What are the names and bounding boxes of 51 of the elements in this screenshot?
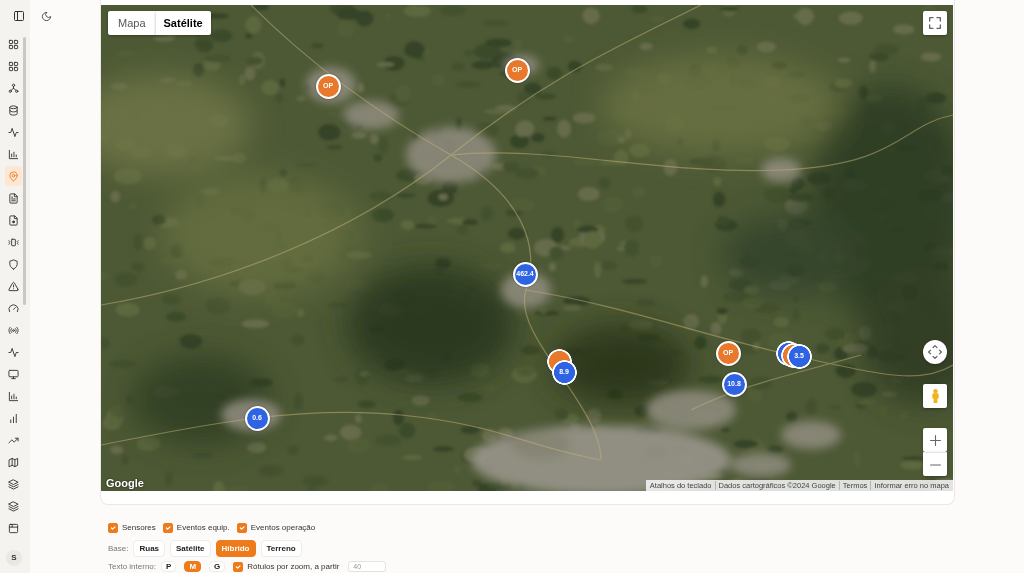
checkbox[interactable]	[162, 523, 173, 533]
scrollbar[interactable]	[23, 37, 26, 305]
grid-icon	[8, 38, 19, 50]
fullscreen-icon	[929, 17, 941, 29]
activity-icon	[8, 346, 19, 358]
bar-chart-icon	[8, 148, 19, 160]
plus-icon	[929, 434, 941, 446]
bar-chart-icon	[8, 412, 19, 424]
vibration-icon	[8, 236, 19, 248]
sidebar-toggle-icon[interactable]	[13, 10, 25, 22]
base-layer-option[interactable]: Ruas	[133, 540, 166, 557]
map-type-tab[interactable]: Satélite	[155, 11, 211, 35]
map-icon	[8, 456, 19, 468]
fullscreen-button[interactable]	[923, 11, 947, 35]
minus-icon	[929, 463, 941, 466]
checkbox-label: Eventos operação	[250, 523, 316, 533]
activity-icon	[8, 126, 19, 138]
gauge-icon	[8, 302, 19, 314]
map-type-tab[interactable]: Mapa	[108, 11, 156, 35]
checkbox-label: Eventos equip.	[176, 523, 230, 533]
checkbox-label: Rótulos por zoom, a partir	[247, 561, 340, 572]
base-layer-option[interactable]: Satélite	[170, 540, 211, 557]
map-pin-icon	[8, 170, 19, 182]
document-icon	[8, 192, 19, 204]
text-size-option[interactable]: G	[209, 561, 226, 572]
checkbox-label: Sensores	[122, 523, 156, 533]
user-avatar[interactable]: S	[6, 550, 22, 566]
layout-icon	[8, 522, 19, 534]
text-size-label: Texto interno:	[108, 561, 157, 572]
moon-icon[interactable]	[41, 11, 52, 22]
person-icon	[931, 389, 939, 403]
map-logo: Google	[106, 477, 144, 490]
bar-chart-icon	[8, 390, 19, 402]
arrows-icon	[928, 345, 942, 359]
layers-icon	[8, 478, 19, 490]
warning-icon	[8, 280, 19, 292]
file-icon	[8, 214, 19, 226]
checkbox[interactable]	[233, 561, 244, 572]
shield-icon	[8, 258, 19, 270]
database-icon	[8, 104, 19, 116]
network-icon	[8, 82, 19, 94]
monitor-icon	[8, 368, 19, 380]
base-layer-option[interactable]: Terreno	[260, 540, 302, 557]
layers-icon	[8, 500, 19, 512]
base-label: Base:	[108, 543, 129, 554]
grid-icon	[8, 60, 19, 72]
text-size-option[interactable]: P	[161, 561, 177, 572]
checkbox[interactable]	[236, 523, 247, 533]
checkbox[interactable]	[108, 523, 118, 533]
zoom-in-button[interactable]	[923, 428, 947, 452]
broadcast-icon	[8, 324, 19, 336]
